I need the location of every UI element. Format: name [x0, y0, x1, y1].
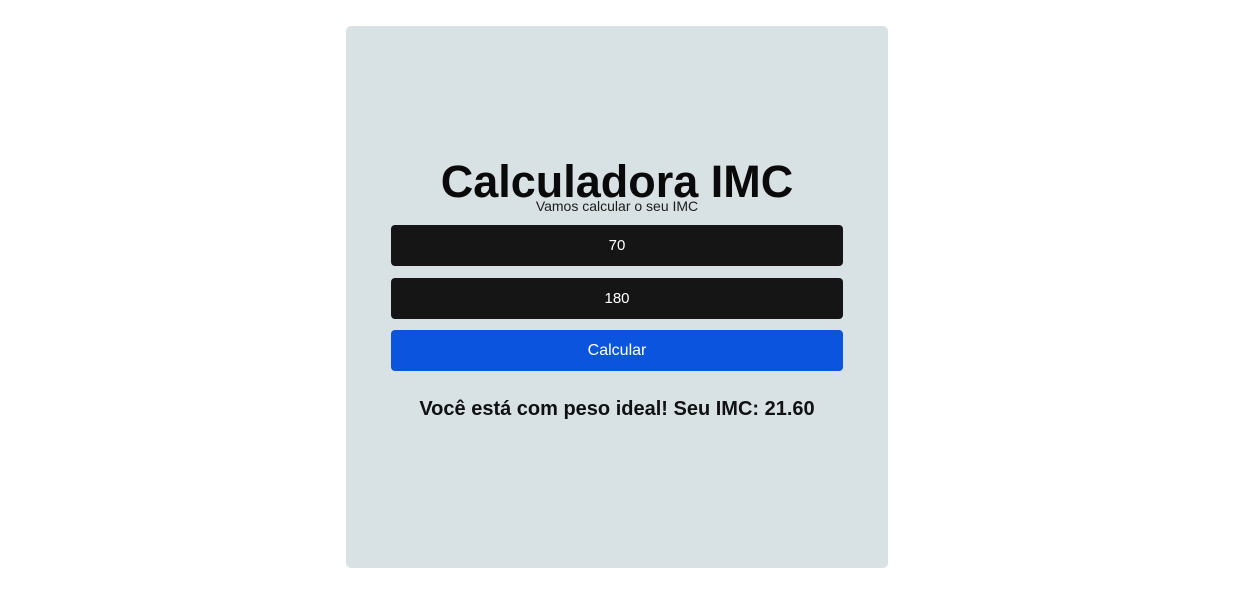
result-message: Você está com peso ideal! Seu IMC: 21.60 [419, 398, 815, 420]
calculate-button[interactable]: Calcular [391, 330, 843, 371]
page-subtitle: Vamos calcular o seu IMC [535, 198, 699, 214]
imc-calculator-card: Calculadora IMC Vamos calcular o seu IMC… [346, 26, 888, 568]
weight-input[interactable] [391, 225, 843, 266]
height-input[interactable] [391, 278, 843, 319]
